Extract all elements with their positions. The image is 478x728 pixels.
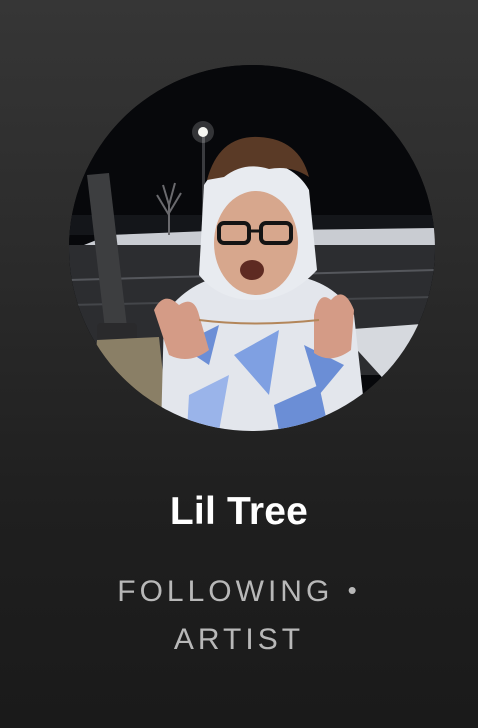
- artist-avatar: [69, 65, 435, 431]
- artist-type-label: ARTIST: [173, 623, 305, 656]
- artist-photo-icon: [69, 65, 435, 431]
- artist-meta: FOLLOWING • ARTIST: [100, 566, 378, 664]
- separator-dot: •: [347, 575, 357, 605]
- follow-status-button[interactable]: FOLLOWING: [117, 575, 333, 608]
- artist-name: Lil Tree: [169, 490, 309, 533]
- artist-profile-screen: Lil Tree FOLLOWING • ARTIST: [0, 0, 478, 728]
